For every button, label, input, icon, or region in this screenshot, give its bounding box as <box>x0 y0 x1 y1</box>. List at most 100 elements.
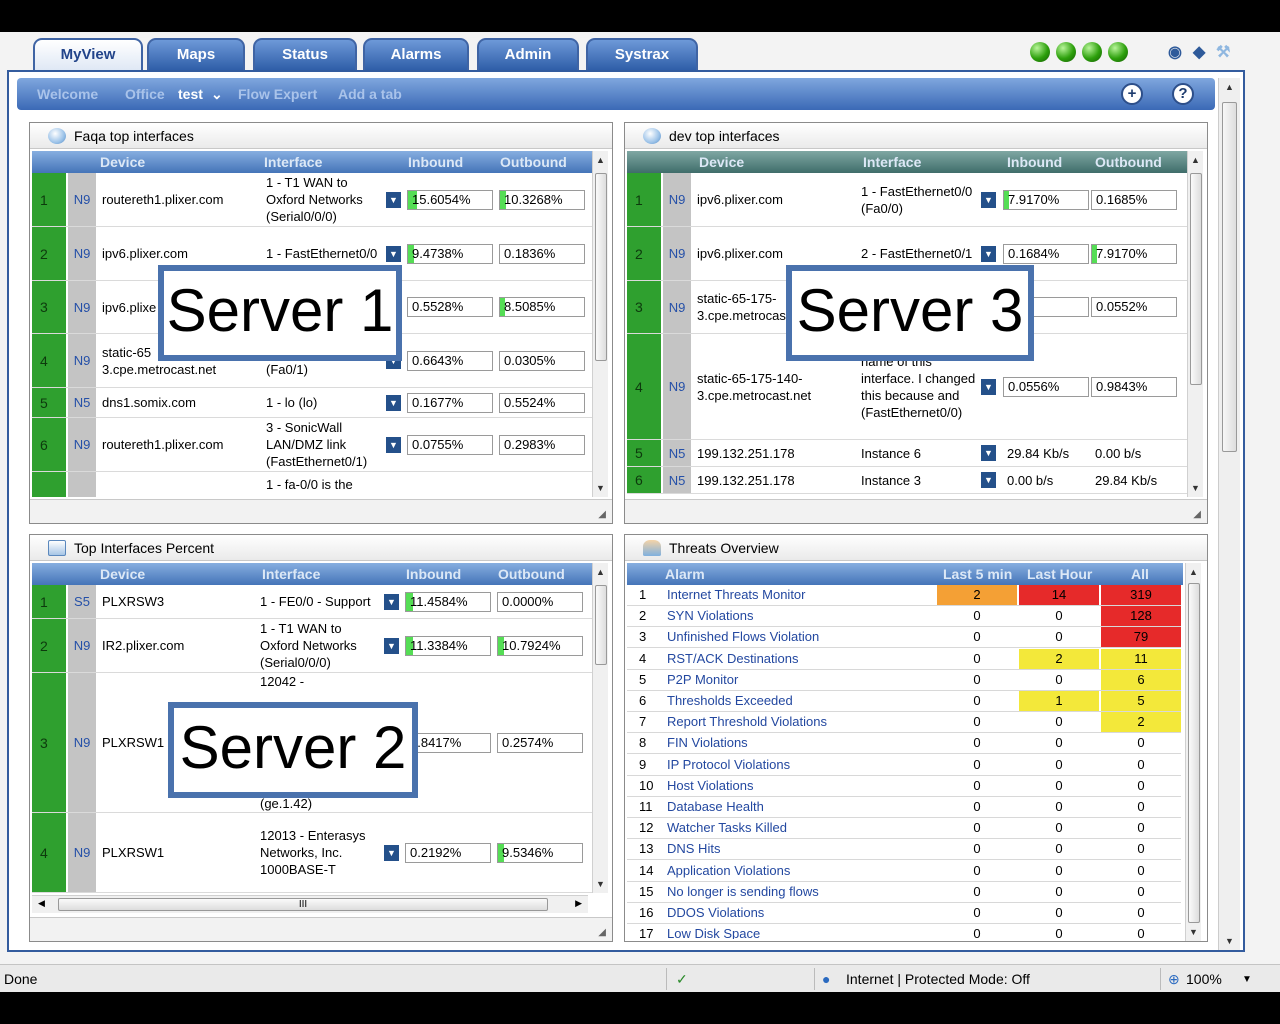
alarm-name[interactable]: Internet Threats Monitor <box>667 585 806 605</box>
alarm-name[interactable]: Report Threshold Violations <box>667 712 827 732</box>
subtab-welcome[interactable]: Welcome <box>37 86 98 102</box>
alarm-row[interactable]: 7 Report Threshold Violations 0 0 2 <box>627 712 1181 734</box>
panel-scrollbar[interactable]: ▲ ▼ <box>592 151 608 497</box>
add-gadget-button[interactable]: + <box>1121 83 1143 105</box>
scroll-down-arrow-icon[interactable]: ▼ <box>1188 481 1203 495</box>
tab-alarms[interactable]: Alarms <box>363 38 469 70</box>
diamond-icon[interactable]: ◆ <box>1193 42 1205 62</box>
subtab-office[interactable]: Office <box>125 86 165 102</box>
wrench-icon[interactable]: ⚒ <box>1216 42 1230 62</box>
chevron-down-icon[interactable]: ▼ <box>386 191 401 208</box>
table-row[interactable]: 5 N5 dns1.somix.com 1 - lo (lo) ▼ 0.1677% 0.55… <box>32 388 592 418</box>
scroll-right-arrow-icon[interactable]: ▶ <box>575 898 582 909</box>
alarm-row[interactable]: 15 No longer is sending flows 0 0 0 <box>627 882 1181 903</box>
alarm-row[interactable]: 13 DNS Hits 0 0 0 <box>627 839 1181 861</box>
alarm-name[interactable]: Low Disk Space <box>667 924 760 939</box>
subtab-flow-expert[interactable]: Flow Expert <box>238 86 317 102</box>
alarm-name[interactable]: Watcher Tasks Killed <box>667 818 787 838</box>
alarm-name[interactable]: RST/ACK Destinations <box>667 649 799 669</box>
chevron-down-icon[interactable]: ▼ <box>981 472 996 488</box>
alarm-row[interactable]: 16 DDOS Violations 0 0 0 <box>627 903 1181 924</box>
chevron-down-icon[interactable]: ▼ <box>384 593 399 610</box>
alarm-row[interactable]: 10 Host Violations 0 0 0 <box>627 776 1181 797</box>
scroll-left-arrow-icon[interactable]: ◀ <box>38 898 45 909</box>
scroll-thumb[interactable] <box>1188 583 1200 923</box>
alarm-row[interactable]: 1 Internet Threats Monitor 2 14 319 <box>627 585 1181 606</box>
scroll-thumb[interactable] <box>1222 102 1237 452</box>
help-button[interactable]: ? <box>1172 83 1194 105</box>
device-name[interactable]: PLXRSW1 <box>102 813 262 892</box>
scroll-thumb[interactable] <box>1190 173 1202 385</box>
scroll-up-arrow-icon[interactable]: ▲ <box>593 153 608 167</box>
page-scrollbar[interactable]: ▲ ▼ <box>1218 78 1240 950</box>
scroll-down-arrow-icon[interactable]: ▼ <box>593 481 608 495</box>
table-row[interactable]: 6 N9 routereth1.plixer.com 3 - SonicWall LA… <box>32 418 592 472</box>
resize-grip-icon[interactable]: ◢ <box>1193 509 1201 520</box>
alarm-row[interactable]: 8 FIN Violations 0 0 0 <box>627 733 1181 755</box>
tab-systrax[interactable]: Systrax <box>586 38 698 70</box>
tab-myview[interactable]: MyView <box>33 38 143 70</box>
device-name[interactable]: 199.132.251.178 <box>697 440 857 466</box>
chevron-down-icon[interactable]: ▼ <box>981 378 996 395</box>
panel-scrollbar[interactable]: ▲ ▼ <box>1187 151 1203 497</box>
alarm-row[interactable]: 14 Application Violations 0 0 0 <box>627 861 1181 882</box>
scroll-up-arrow-icon[interactable]: ▲ <box>1188 153 1203 167</box>
zoom-icon[interactable]: ⊕ <box>1168 971 1180 988</box>
device-name[interactable]: IR2.plixer.com <box>102 619 262 672</box>
device-name[interactable]: ipv6.plixer.com <box>697 173 857 226</box>
alarm-row[interactable]: 12 Watcher Tasks Killed 0 0 0 <box>627 818 1181 840</box>
alarm-name[interactable]: Unfinished Flows Violation <box>667 627 819 647</box>
chevron-down-icon[interactable]: ▼ <box>386 245 401 262</box>
device-name[interactable]: 199.132.251.178 <box>697 467 857 493</box>
horizontal-scrollbar[interactable]: ◀ III ▶ <box>32 895 588 913</box>
table-row[interactable]: 1 S5 PLXRSW3 1 - FE0/0 - Support ▼ 11.4584% 0.… <box>32 585 592 619</box>
alarm-name[interactable]: No longer is sending flows <box>667 882 819 902</box>
chevron-down-icon[interactable]: ▼ <box>981 245 996 262</box>
scroll-down-arrow-icon[interactable]: ▼ <box>593 877 608 891</box>
alarm-name[interactable]: FIN Violations <box>667 733 748 753</box>
device-name[interactable]: routereth1.plixer.com <box>102 418 262 471</box>
alarm-name[interactable]: Application Violations <box>667 861 790 881</box>
alarm-row[interactable]: 9 IP Protocol Violations 0 0 0 <box>627 755 1181 776</box>
table-row[interactable]: 4 N9 PLXRSW1 12013 - Enterasys Networks, In… <box>32 813 592 893</box>
scroll-down-arrow-icon[interactable]: ▼ <box>1186 925 1201 939</box>
alarm-name[interactable]: DDOS Violations <box>667 903 764 923</box>
alarm-name[interactable]: P2P Monitor <box>667 670 738 690</box>
table-row[interactable]: 1 N9 ipv6.plixer.com 1 - FastEthernet0/0 (F… <box>627 173 1187 227</box>
chevron-down-icon[interactable]: ▼ <box>386 394 401 411</box>
alarm-row[interactable]: 17 Low Disk Space 0 0 0 <box>627 924 1181 939</box>
table-row[interactable]: 1 - fa-0/0 is the <box>32 472 592 497</box>
device-name[interactable] <box>102 472 262 497</box>
device-name[interactable]: dns1.somix.com <box>102 388 262 417</box>
table-row[interactable]: 2 N9 IR2.plixer.com 1 - T1 WAN to Oxford Ne… <box>32 619 592 673</box>
alarm-row[interactable]: 5 P2P Monitor 0 0 6 <box>627 669 1181 691</box>
alarm-name[interactable]: Host Violations <box>667 776 753 796</box>
alarm-name[interactable]: SYN Violations <box>667 606 753 626</box>
device-name[interactable]: routereth1.plixer.com <box>102 173 262 226</box>
alarm-row[interactable]: 2 SYN Violations 0 0 128 <box>627 606 1181 628</box>
tab-maps[interactable]: Maps <box>147 38 245 70</box>
resize-grip-icon[interactable]: ◢ <box>598 927 606 938</box>
add-tab-link[interactable]: Add a tab <box>338 86 402 102</box>
scroll-thumb[interactable] <box>595 585 607 665</box>
alarm-row[interactable]: 4 RST/ACK Destinations 0 2 11 <box>627 648 1181 670</box>
device-name[interactable]: PLXRSW3 <box>102 585 262 618</box>
alarm-name[interactable]: DNS Hits <box>667 839 720 859</box>
tab-status[interactable]: Status <box>253 38 357 70</box>
binoculars-icon[interactable]: ◉ <box>1168 42 1182 62</box>
table-row[interactable]: 5 N5 199.132.251.178 Instance 6 ▼ 29.84 Kb/s 0… <box>627 440 1187 467</box>
chevron-down-icon[interactable]: ▼ <box>386 436 401 453</box>
scroll-up-arrow-icon[interactable]: ▲ <box>1219 80 1240 94</box>
tab-admin[interactable]: Admin <box>477 38 579 70</box>
scroll-thumb[interactable] <box>595 173 607 361</box>
alarm-name[interactable]: Thresholds Exceeded <box>667 691 793 711</box>
alarm-name[interactable]: IP Protocol Violations <box>667 755 790 775</box>
zoom-level[interactable]: 100% <box>1186 971 1222 987</box>
scroll-thumb[interactable]: III <box>58 898 548 911</box>
table-row[interactable]: 6 N5 199.132.251.178 Instance 3 ▼ 0.00 b/s 29.… <box>627 467 1187 494</box>
subtab-test[interactable]: test <box>178 86 203 102</box>
chevron-down-icon[interactable]: ⌄ <box>211 86 223 103</box>
scroll-up-arrow-icon[interactable]: ▲ <box>1186 565 1201 579</box>
alarm-row[interactable]: 3 Unfinished Flows Violation 0 0 79 <box>627 627 1181 649</box>
chevron-down-icon[interactable]: ▼ <box>1242 974 1252 985</box>
